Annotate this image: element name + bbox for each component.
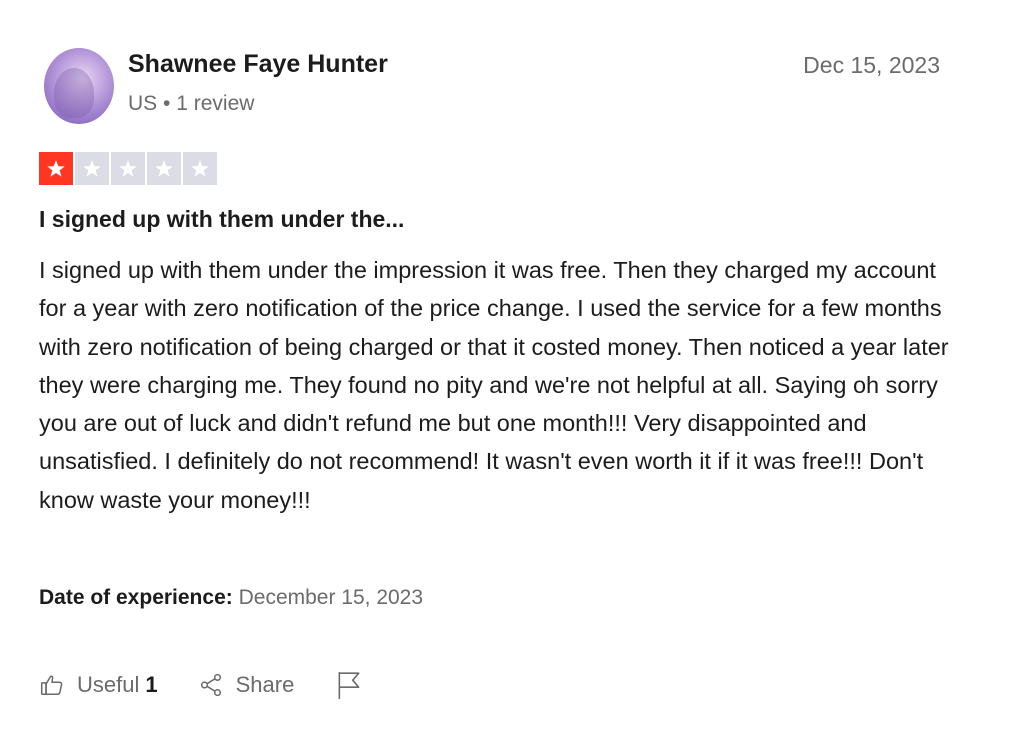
star-icon: [183, 152, 217, 185]
share-label: Share: [235, 672, 295, 697]
star-icon: [111, 152, 145, 185]
useful-button[interactable]: Useful 1: [39, 672, 158, 698]
share-icon: [198, 672, 224, 698]
experience-date: December 15, 2023: [238, 586, 424, 609]
share-button[interactable]: Share: [198, 672, 295, 698]
review-body: I signed up with them under the impressi…: [39, 257, 949, 513]
meta-separator: •: [163, 92, 171, 115]
thumbs-up-icon: [39, 672, 65, 698]
author-country: US: [128, 92, 158, 115]
avatar[interactable]: [44, 48, 114, 124]
date-of-experience: Date of experience: December 15, 2023: [39, 586, 423, 610]
report-button[interactable]: [336, 670, 362, 700]
useful-count: 1: [145, 672, 158, 697]
star-icon: [147, 152, 181, 185]
review-card: Shawnee Faye Hunter US • 1 review Dec 15…: [0, 0, 1024, 733]
review-title[interactable]: I signed up with them under the...: [39, 206, 404, 233]
author-review-count: 1 review: [176, 92, 255, 115]
star-icon: [39, 152, 73, 185]
review-actions: Useful 1 Share: [39, 668, 362, 702]
author-name[interactable]: Shawnee Faye Hunter: [128, 50, 388, 79]
flag-icon: [336, 670, 362, 700]
review-date: Dec 15, 2023: [803, 52, 940, 78]
useful-label: Useful: [77, 672, 140, 697]
star-rating: [39, 152, 217, 185]
experience-label: Date of experience:: [39, 586, 233, 609]
star-icon: [75, 152, 109, 185]
author-meta: US • 1 review: [128, 92, 254, 116]
